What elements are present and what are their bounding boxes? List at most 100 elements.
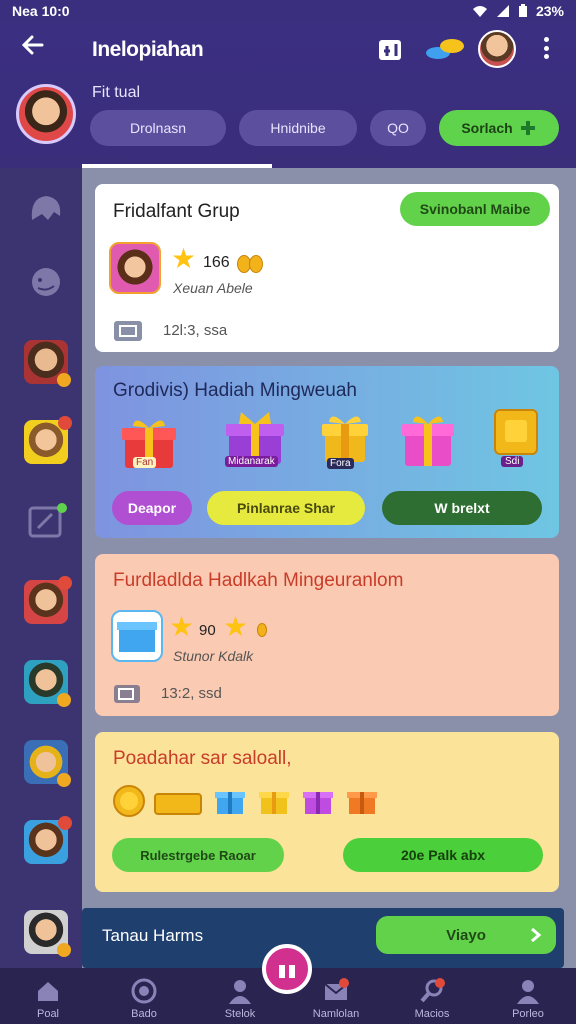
red-gift-icon[interactable]: Fan [119, 414, 176, 470]
blue-gift-icon[interactable] [213, 784, 247, 816]
sidebar-contact-4[interactable] [24, 660, 71, 707]
notification-badge-icon [58, 576, 72, 590]
reward-member-name: Stunor Kdalk [173, 648, 254, 664]
nav-home-label: Poal [36, 1008, 60, 1020]
plus-icon [520, 121, 535, 135]
orange-gift-icon[interactable] [345, 784, 379, 816]
nav-account-label: Porleo [512, 1008, 544, 1020]
gift-label: Midanarak [225, 456, 278, 467]
search-chip-label: Sorlach [461, 120, 513, 136]
user-avatar[interactable] [478, 30, 516, 68]
notification-badge-icon [58, 416, 72, 430]
chip-filter-1[interactable]: Drolnasn [90, 110, 226, 146]
nav-games-label: Bado [131, 1008, 157, 1020]
gift-label: Sdi [501, 456, 524, 467]
yellow-gift-icon[interactable] [257, 784, 291, 816]
wifi-icon [472, 6, 487, 17]
sidebar-contact-2[interactable] [24, 416, 72, 464]
banner-action-label: Viayo [446, 926, 486, 944]
collect-title: Poadahar sar saloall, [113, 748, 292, 769]
sidebar-face-icon[interactable] [24, 260, 68, 304]
gift-label: Fan [133, 457, 157, 468]
group-time: 12l:3, ssa [163, 322, 228, 339]
collect-card: Poadahar sar saloall, Rulestrgebe Raoar … [95, 732, 559, 892]
target-icon [131, 978, 157, 1004]
search-chip[interactable]: Sorlach [439, 110, 559, 146]
nav-search[interactable]: Macios [384, 968, 480, 1024]
status-badge-icon [57, 773, 71, 787]
collect-button-2[interactable]: 20e Palk abx [343, 838, 543, 872]
add-friend-icon[interactable] [376, 34, 406, 64]
friend-group-action-button[interactable]: Svinobanl Maibe [400, 192, 550, 226]
collect-button-1[interactable]: Rulestrgebe Raoar [112, 838, 284, 872]
nav-profile-label: Stelok [224, 1008, 256, 1020]
chat-icon [114, 321, 142, 341]
weekly-gift-title: Grodivis) Hadiah Mingweuah [113, 380, 357, 401]
profile-avatar[interactable] [16, 84, 76, 144]
mail-icon [324, 978, 349, 1000]
battery-icon [518, 4, 527, 17]
person-icon [229, 980, 251, 1004]
home-icon [38, 982, 58, 1001]
gold-box-icon[interactable]: Sdi [489, 406, 545, 467]
nav-games[interactable]: Bado [96, 968, 192, 1024]
bottom-banner: Tanau Harms Viayo [82, 908, 564, 968]
group-rating: 166 [203, 254, 230, 271]
reward-rating: 90 [199, 622, 216, 639]
more-options-icon[interactable] [540, 34, 552, 62]
ticket-icon [154, 793, 202, 815]
center-action-button[interactable] [262, 944, 312, 994]
signal-icon [496, 5, 509, 17]
weekly-gift-button-1[interactable]: Deapor [112, 491, 192, 525]
chip-filter-3[interactable]: QO [370, 110, 426, 146]
weekly-gift-button-2[interactable]: Pinlanrae Shar [207, 491, 365, 525]
reward-time: 13:2, ssd [161, 685, 222, 702]
sidebar-contact-3[interactable] [24, 576, 72, 624]
coin-icon [249, 255, 263, 273]
nav-messages-label: Namlolan [312, 1008, 360, 1020]
weekly-reward-card: Furdladlda Hadlkah Mingeuranlom ★ 90 ★ S… [95, 554, 559, 716]
weekly-gift-button-3[interactable]: W brelxt [382, 491, 542, 525]
star-icon: ★ [169, 611, 195, 642]
main-content: Fridalfant Grup Svinobanl Maibe ★ 166 Xe… [82, 168, 576, 968]
online-badge-icon [57, 373, 71, 387]
gift-center-icon [279, 962, 295, 978]
purple-gift-icon[interactable]: Midanarak [223, 410, 287, 467]
group-member-name: Xeuan Abele [173, 280, 253, 296]
status-badge-icon [57, 943, 71, 957]
notification-badge-icon [58, 816, 72, 830]
group-app-icon[interactable] [109, 242, 161, 294]
weekly-gift-card: Grodivis) Hadiah Mingweuah Fan Midanarak… [95, 366, 559, 538]
chip-filter-2[interactable]: Hnidnibe [239, 110, 357, 146]
coins-icon[interactable] [424, 34, 468, 64]
status-bar: Nea 10:0 23% [0, 0, 576, 22]
sidebar-contact-1[interactable] [24, 340, 71, 387]
status-badge-icon [57, 693, 71, 707]
weekly-reward-title: Furdladlda Hadlkah Mingeuranlom [113, 570, 404, 591]
sidebar-edit-icon[interactable] [24, 500, 68, 544]
pink-gift-icon[interactable] [399, 410, 455, 466]
sidebar-contact-7[interactable] [24, 910, 71, 957]
sidebar-contact-5[interactable] [24, 740, 71, 787]
gold-gift-icon[interactable]: Fora [317, 410, 373, 469]
gift-label: Fora [327, 458, 354, 469]
star-icon: ★ [223, 611, 249, 642]
star-icon: ★ [171, 243, 197, 274]
chat-icon [114, 685, 140, 703]
sidebar-contact-6[interactable] [24, 816, 72, 864]
sidebar-ghost-icon[interactable] [24, 186, 68, 230]
page-title: Inelopiahan [92, 38, 204, 61]
nav-account[interactable]: Porleo [480, 968, 576, 1024]
magnifier-icon [420, 978, 445, 1003]
banner-action-button[interactable]: Viayo [376, 916, 556, 954]
friend-group-title: Fridalfant Grup [113, 201, 240, 222]
banner-label: Tanau Harms [102, 926, 204, 945]
reward-box-icon[interactable] [111, 610, 163, 662]
nav-home[interactable]: Poal [0, 968, 96, 1024]
status-time: Nea 10:0 [12, 3, 70, 19]
back-arrow-icon[interactable] [20, 32, 48, 58]
violet-gift-icon[interactable] [301, 784, 335, 816]
header-subtitle: Fit tual [92, 84, 141, 101]
nav-search-label: Macios [414, 1008, 450, 1020]
friend-group-card: Fridalfant Grup Svinobanl Maibe ★ 166 Xe… [95, 184, 559, 352]
